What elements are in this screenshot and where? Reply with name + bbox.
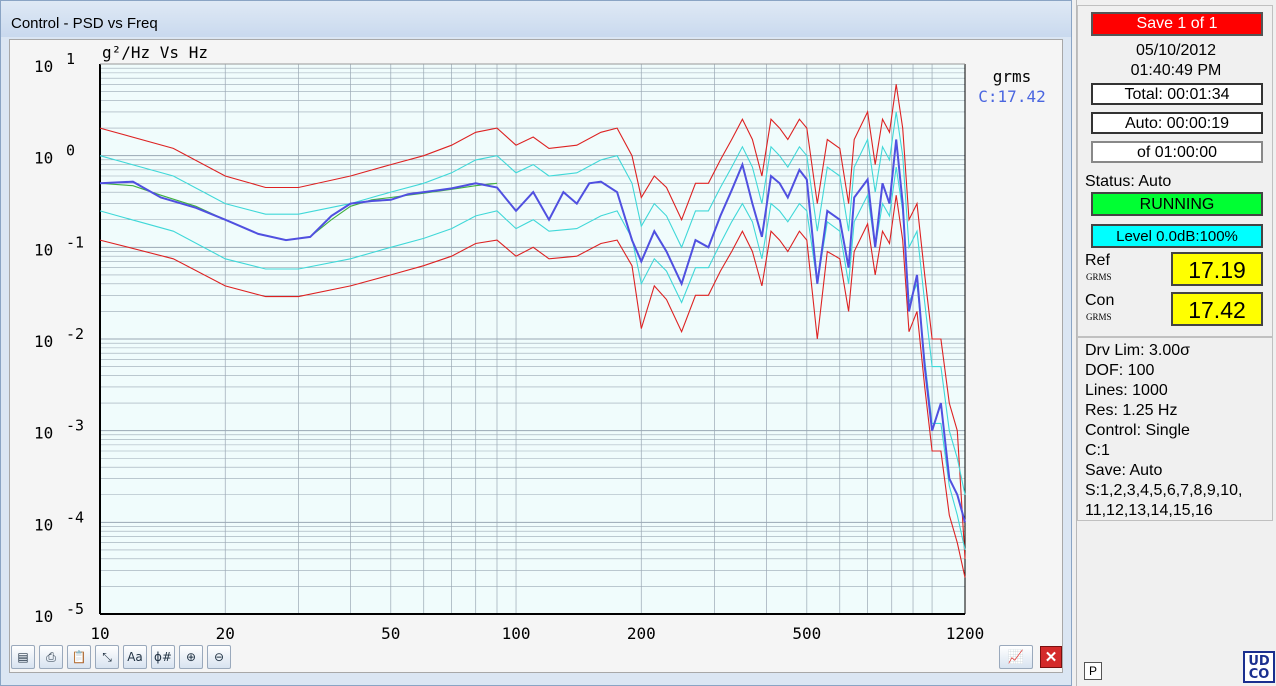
y-tick-label-exponent: 0 [66, 142, 75, 160]
udco-logo: UD CO [1243, 651, 1275, 683]
plot-toolbar: ▤ ⎙ 📋 ⤡ Aa ϕ# ⊕ ⊖ [11, 645, 231, 671]
print-icon[interactable]: ⎙ [39, 645, 63, 669]
total-time-box: Total: 00:01:34 [1091, 83, 1263, 105]
clipboard-icon[interactable]: 📋 [67, 645, 91, 669]
psd-plot[interactable]: 10 110 010 -110 -210 -310 -410 -510 20 50 100 200 50… [10, 40, 1064, 644]
y-tick-label-exponent: -1 [66, 233, 84, 251]
resolution-text: Res: 1.25 Hz [1085, 402, 1178, 419]
y-tick-label-base: 10 [34, 240, 53, 259]
status-panel: Save 1 of 1 05/10/2012 01:40:49 PM Total… [1076, 0, 1276, 686]
y-tick-label-base: 10 [34, 149, 53, 168]
logo-bottom: CO [1248, 667, 1270, 682]
running-indicator: RUNNING [1091, 192, 1263, 216]
y-axis-label: g²/Hz Vs Hz [102, 43, 208, 62]
legend-value: C:17.42 [978, 87, 1045, 106]
legend-label: grms [993, 67, 1032, 86]
save-list-text: S:1,2,3,4,5,6,7,8,9,10, [1085, 482, 1243, 499]
y-tick-label-exponent: -4 [66, 508, 84, 526]
status-label: Status: Auto [1085, 173, 1172, 190]
x-tick-label: 50 [381, 624, 400, 643]
x-tick-label: 200 [627, 624, 656, 643]
test-info-section: Drv Lim: 3.00σ DOF: 100 Lines: 1000 Res:… [1077, 337, 1273, 521]
con-grms-value: 17.42 [1171, 292, 1263, 326]
status-top-section: Save 1 of 1 05/10/2012 01:40:49 PM Total… [1077, 5, 1273, 337]
save-mode-text: Save: Auto [1085, 462, 1163, 479]
phase-icon[interactable]: ϕ# [151, 645, 175, 669]
y-tick-label-exponent: -5 [66, 600, 84, 618]
window-title: Control - PSD vs Freq [1, 1, 1071, 37]
drive-limit-text: Drv Lim: 3.00σ [1085, 342, 1191, 359]
y-tick-label-base: 10 [34, 515, 53, 534]
time-text: 01:40:49 PM [1130, 62, 1222, 79]
date-text: 05/10/2012 [1135, 42, 1217, 59]
y-tick-label-exponent: 1 [66, 50, 75, 68]
level-indicator: Level 0.0dB:100% [1091, 224, 1263, 248]
zoom-in-icon[interactable]: ⊕ [179, 645, 203, 669]
y-tick-label-base: 10 [34, 424, 53, 443]
plot-area[interactable]: 10 1 10 0 10 -1 10 -2 10 -3 10 -4 10 -5 10 20 50 100 200 50… [9, 39, 1063, 673]
con-sub-label: GRMS [1086, 312, 1112, 322]
con-label: Con [1085, 292, 1115, 309]
x-tick-label: 500 [792, 624, 821, 643]
dof-text: DOF: 100 [1085, 362, 1155, 379]
save-list-text-cont: 11,12,13,14,15,16 [1085, 502, 1213, 519]
channel-text: C:1 [1085, 442, 1110, 459]
ref-sub-label: GRMS [1086, 272, 1112, 282]
x-tick-label: 10 [90, 624, 109, 643]
x-tick-label: 1200 [946, 624, 985, 643]
x-tick-label: 20 [216, 624, 235, 643]
psd-window: Control - PSD vs Freq 10 1 10 0 10 -1 10 -2 10 -3… [0, 0, 1072, 686]
chart-view-icon[interactable]: 📈 [999, 645, 1033, 669]
font-icon[interactable]: Aa [123, 645, 147, 669]
p-button[interactable]: P [1084, 662, 1102, 680]
ref-grms-value: 17.19 [1171, 252, 1263, 286]
y-tick-label-base: 10 [34, 607, 53, 626]
zoom-out-icon[interactable]: ⊖ [207, 645, 231, 669]
ref-label: Ref [1085, 252, 1110, 269]
y-tick-label-exponent: -2 [66, 325, 84, 343]
y-tick-label-exponent: -3 [66, 417, 84, 435]
list-icon[interactable]: ▤ [11, 645, 35, 669]
lines-text: Lines: 1000 [1085, 382, 1168, 399]
close-icon[interactable]: ✕ [1040, 646, 1062, 668]
xy-axis-icon[interactable]: ⤡ [95, 645, 119, 669]
save-indicator[interactable]: Save 1 of 1 [1091, 12, 1263, 36]
y-tick-label-base: 10 [34, 57, 53, 76]
of-time-box: of 01:00:00 [1091, 141, 1263, 163]
auto-time-box: Auto: 00:00:19 [1091, 112, 1263, 134]
y-tick-label-base: 10 [34, 332, 53, 351]
control-mode-text: Control: Single [1085, 422, 1190, 439]
x-tick-label: 100 [502, 624, 531, 643]
